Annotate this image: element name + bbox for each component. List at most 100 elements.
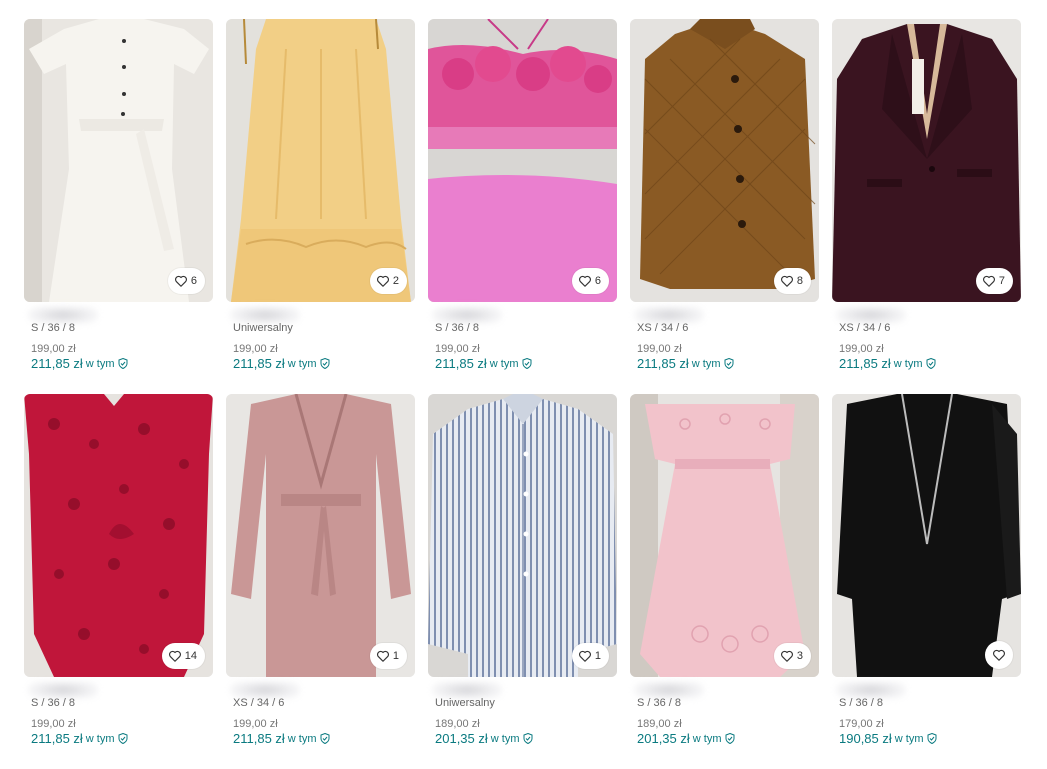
heart-outline-icon xyxy=(578,275,591,287)
product-grid: 6 S / 36 / 8 199,00 zł 211,85 zł w tym 2… xyxy=(24,19,1022,769)
favorite-button[interactable]: 14 xyxy=(161,643,205,669)
price-with-protection[interactable]: 211,85 zł w tym xyxy=(233,356,330,371)
item-size: XS / 34 / 6 xyxy=(839,322,891,334)
favorite-button[interactable]: 6 xyxy=(167,268,205,294)
total-price: 211,85 zł xyxy=(233,356,285,371)
favorite-count: 14 xyxy=(184,650,197,662)
product-photo[interactable]: 6 xyxy=(428,19,617,302)
price-with-protection[interactable]: 211,85 zł w tym xyxy=(31,731,128,746)
shield-check-icon xyxy=(320,358,330,369)
total-price: 201,35 zł xyxy=(637,731,690,746)
protection-label: w tym xyxy=(489,357,519,370)
product-card[interactable]: 14 S / 36 / 8 199,00 zł 211,85 zł w tym xyxy=(24,394,213,769)
protection-label: w tym xyxy=(692,732,722,745)
protection-label: w tym xyxy=(287,357,317,370)
item-size: S / 36 / 8 xyxy=(435,322,480,334)
product-card[interactable]: 8 XS / 34 / 6 199,00 zł 211,85 zł w tym xyxy=(630,19,819,394)
price-with-protection[interactable]: 201,35 zł w tym xyxy=(637,731,735,746)
product-card[interactable]: 6 S / 36 / 8 199,00 zł 211,85 zł w tym xyxy=(428,19,617,394)
brown-jacket-image xyxy=(630,19,819,302)
shield-check-icon xyxy=(522,358,532,369)
favorite-count: 8 xyxy=(796,275,803,287)
product-photo[interactable]: 14 xyxy=(24,394,213,677)
item-price: 199,00 zł xyxy=(31,718,76,730)
item-price: 199,00 zł xyxy=(435,343,480,355)
favorite-count: 2 xyxy=(392,275,399,287)
rose-wrap-dress-image xyxy=(226,394,415,677)
protection-label: w tym xyxy=(85,732,115,745)
shield-check-icon xyxy=(724,358,734,369)
yellow-dress-image xyxy=(226,19,415,302)
product-photo[interactable]: 1 xyxy=(428,394,617,677)
product-photo[interactable]: 8 xyxy=(630,19,819,302)
item-size: S / 36 / 8 xyxy=(31,697,76,709)
favorite-count: 3 xyxy=(796,650,803,662)
item-size: S / 36 / 8 xyxy=(31,322,76,334)
product-photo[interactable]: 3 xyxy=(630,394,819,677)
product-photo[interactable]: 2 xyxy=(226,19,415,302)
item-size: Uniwersalny xyxy=(233,322,293,334)
price-with-protection[interactable]: 201,35 zł w tym xyxy=(435,731,533,746)
protection-label: w tym xyxy=(894,732,924,745)
heart-outline-icon xyxy=(993,649,1005,661)
protection-label: w tym xyxy=(287,732,317,745)
price-with-protection[interactable]: 211,85 zł w tym xyxy=(637,356,734,371)
white-dress-image xyxy=(24,19,213,302)
heart-outline-icon xyxy=(376,650,389,662)
shield-check-icon xyxy=(523,733,532,744)
pink-bikini-image xyxy=(428,19,617,302)
favorite-button[interactable]: 8 xyxy=(773,268,811,294)
favorite-button[interactable]: 6 xyxy=(571,268,609,294)
item-price: 199,00 zł xyxy=(233,718,278,730)
product-photo[interactable]: 7 xyxy=(832,19,1021,302)
shield-check-icon xyxy=(118,358,128,369)
product-card[interactable]: 7 XS / 34 / 6 199,00 zł 211,85 zł w tym xyxy=(832,19,1021,394)
protection-label: w tym xyxy=(691,357,721,370)
product-card[interactable]: S / 36 / 8 179,00 zł 190,85 zł w tym xyxy=(832,394,1021,769)
shield-check-icon xyxy=(118,733,128,744)
heart-outline-icon xyxy=(578,650,591,662)
item-price: 189,00 zł xyxy=(435,718,480,730)
price-with-protection[interactable]: 211,85 zł w tym xyxy=(233,731,330,746)
red-dress-image xyxy=(24,394,213,677)
total-price: 211,85 zł xyxy=(31,356,83,371)
favorite-button[interactable]: 7 xyxy=(975,268,1013,294)
item-price: 189,00 zł xyxy=(637,718,682,730)
black-dress-image xyxy=(832,394,1021,677)
striped-shirt-image xyxy=(428,394,617,677)
shield-check-icon xyxy=(725,733,734,744)
item-price: 199,00 zł xyxy=(637,343,682,355)
total-price: 201,35 zł xyxy=(435,731,488,746)
total-price: 211,85 zł xyxy=(839,356,891,371)
favorite-button[interactable]: 1 xyxy=(571,643,609,669)
price-with-protection[interactable]: 211,85 zł w tym xyxy=(839,356,936,371)
product-photo[interactable] xyxy=(832,394,1021,677)
heart-outline-icon xyxy=(982,275,995,287)
item-price: 179,00 zł xyxy=(839,718,884,730)
total-price: 211,85 zł xyxy=(233,731,285,746)
total-price: 211,85 zł xyxy=(435,356,487,371)
product-photo[interactable]: 1 xyxy=(226,394,415,677)
heart-outline-icon xyxy=(168,650,181,662)
item-price: 199,00 zł xyxy=(31,343,76,355)
favorite-button[interactable]: 1 xyxy=(369,643,407,669)
shield-check-icon xyxy=(927,733,936,744)
product-card[interactable]: 2 Uniwersalny 199,00 zł 211,85 zł w tym xyxy=(226,19,415,394)
price-with-protection[interactable]: 190,85 zł w tym xyxy=(839,731,937,746)
heart-outline-icon xyxy=(780,650,793,662)
product-card[interactable]: 6 S / 36 / 8 199,00 zł 211,85 zł w tym xyxy=(24,19,213,394)
product-card[interactable]: 3 S / 36 / 8 189,00 zł 201,35 zł w tym xyxy=(630,394,819,769)
total-price: 211,85 zł xyxy=(31,731,83,746)
item-price: 199,00 zł xyxy=(233,343,278,355)
item-price: 199,00 zł xyxy=(839,343,884,355)
favorite-button[interactable]: 3 xyxy=(773,643,811,669)
item-size: XS / 34 / 6 xyxy=(233,697,285,709)
favorite-button[interactable] xyxy=(985,641,1013,669)
price-with-protection[interactable]: 211,85 zł w tym xyxy=(31,356,128,371)
price-with-protection[interactable]: 211,85 zł w tym xyxy=(435,356,532,371)
favorite-button[interactable]: 2 xyxy=(369,268,407,294)
product-card[interactable]: 1 Uniwersalny 189,00 zł 201,35 zł w tym xyxy=(428,394,617,769)
product-card[interactable]: 1 XS / 34 / 6 199,00 zł 211,85 zł w tym xyxy=(226,394,415,769)
product-photo[interactable]: 6 xyxy=(24,19,213,302)
pink-eyelet-dress-image xyxy=(630,394,819,677)
